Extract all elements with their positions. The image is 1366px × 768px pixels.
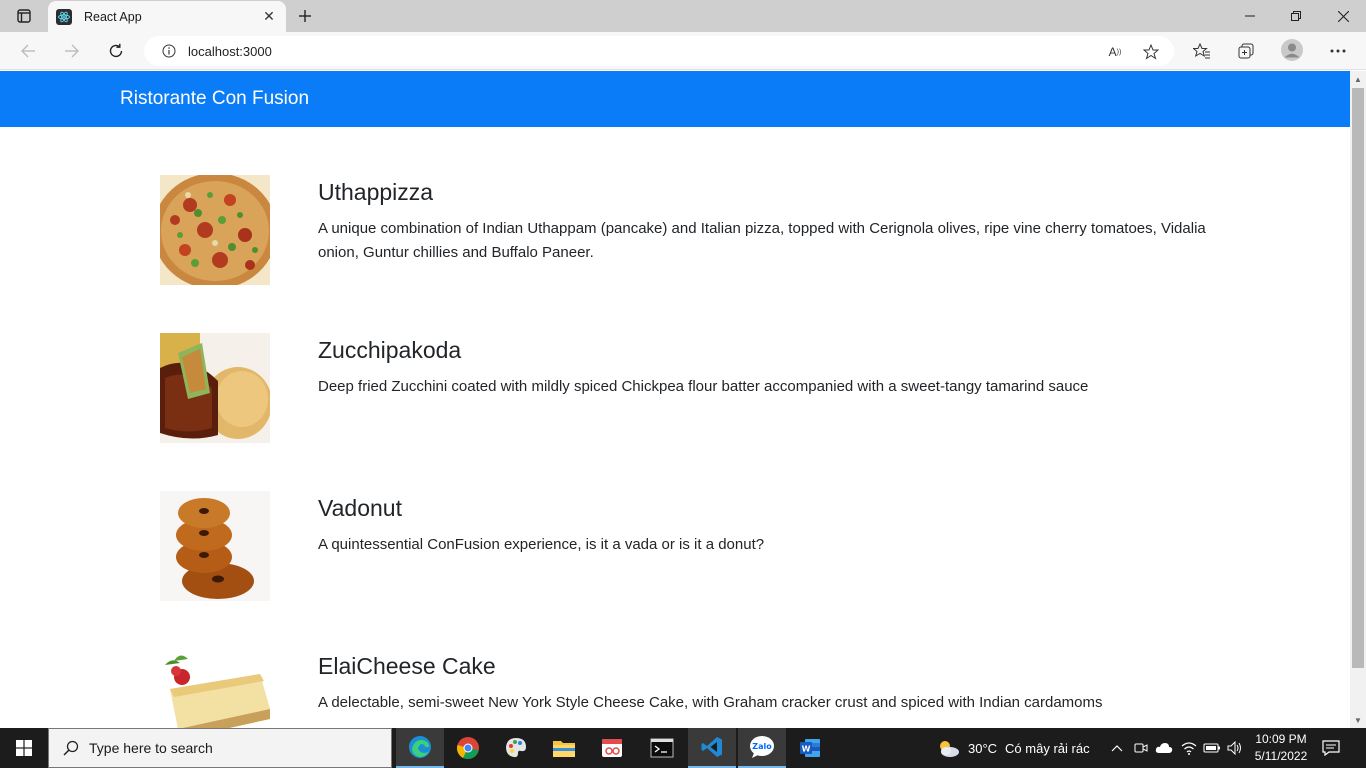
notification-center-button[interactable] xyxy=(1320,738,1342,758)
new-tab-button[interactable] xyxy=(292,4,318,28)
dish-description: Deep fried Zucchini coated with mildly s… xyxy=(318,378,1089,395)
zucchipakoda-image xyxy=(160,333,270,443)
info-icon xyxy=(162,44,176,58)
refresh-icon xyxy=(109,43,123,58)
tab-actions-button[interactable] xyxy=(8,4,40,28)
dish-name: ElaiCheese Cake xyxy=(318,653,496,679)
add-favorite-icon[interactable] xyxy=(1142,43,1160,61)
forward-button[interactable] xyxy=(58,37,86,65)
navbar-brand[interactable]: Ristorante Con Fusion xyxy=(120,88,309,110)
forward-arrow-icon xyxy=(65,44,79,58)
read-aloud-icon[interactable]: A)) xyxy=(1106,43,1124,61)
battery-icon[interactable] xyxy=(1203,739,1221,757)
dish-description: A unique combination of Indian Uthappam … xyxy=(318,220,1206,261)
taskbar-search-box[interactable]: Type here to search xyxy=(48,728,392,768)
react-icon xyxy=(56,8,72,25)
url-text: localhost:3000 xyxy=(188,43,272,59)
elaicheese-cake-image xyxy=(160,649,270,728)
browser-tab[interactable]: React App ✕ xyxy=(48,1,286,32)
weather-widget[interactable]: 30°C Có mây rải rác xyxy=(936,728,1090,768)
taskbar-vscode[interactable] xyxy=(688,728,736,768)
avatar-icon xyxy=(1281,39,1303,61)
plus-icon xyxy=(299,10,311,22)
folder-icon xyxy=(553,741,575,757)
restore-icon xyxy=(1291,11,1301,21)
weather-description: Có mây rải rác xyxy=(1005,740,1090,756)
tab-close-icon[interactable]: ✕ xyxy=(260,8,278,25)
volume-icon[interactable] xyxy=(1226,739,1244,757)
back-arrow-icon xyxy=(21,44,35,58)
word-icon: W xyxy=(800,739,820,757)
close-window-button[interactable] xyxy=(1320,0,1366,32)
taskbar-terminal[interactable] xyxy=(638,728,686,768)
start-button[interactable] xyxy=(0,728,48,768)
profile-avatar[interactable] xyxy=(1280,38,1304,62)
show-hidden-icons-chevron-up-icon[interactable] xyxy=(1108,739,1126,757)
taskbar-zalo[interactable]: Zalo xyxy=(738,728,786,768)
web-page: Ristorante Con Fusion Uthappizza A uniqu… xyxy=(0,71,1350,728)
clock-time: 10:09 PM xyxy=(1255,732,1307,746)
system-clock[interactable]: 10:09 PM 5/11/2022 xyxy=(1246,731,1316,765)
browser-toolbar: localhost:3000 A)) xyxy=(0,32,1366,70)
taskbar-word[interactable]: W xyxy=(786,728,834,768)
refresh-button[interactable] xyxy=(102,37,130,65)
windows-logo-icon xyxy=(16,740,32,756)
search-placeholder: Type here to search xyxy=(89,740,213,756)
dish-name: Vadonut xyxy=(318,495,402,521)
zalo-icon: Zalo xyxy=(750,736,774,758)
vscode-icon xyxy=(701,737,722,757)
taskbar-file-explorer[interactable] xyxy=(540,728,588,768)
favorites-icon[interactable] xyxy=(1192,41,1212,61)
more-icon xyxy=(1330,49,1346,53)
palette-icon xyxy=(506,738,526,758)
scissors-icon xyxy=(602,739,622,757)
chrome-icon xyxy=(457,737,479,760)
close-icon xyxy=(1337,10,1349,22)
tab-actions-icon xyxy=(17,9,31,23)
wifi-icon[interactable] xyxy=(1180,739,1198,757)
notification-icon xyxy=(1322,740,1340,756)
taskbar-edge[interactable] xyxy=(396,728,444,768)
partly-cloudy-icon xyxy=(940,741,959,757)
dish-description: A quintessential ConFusion experience, i… xyxy=(318,536,765,553)
restore-button[interactable] xyxy=(1273,0,1319,32)
page-scrollbar[interactable]: ▲ ▼ xyxy=(1350,71,1366,728)
meet-now-icon[interactable] xyxy=(1132,739,1150,757)
dish-description: A delectable, semi-sweet New York Style … xyxy=(318,694,1103,711)
settings-more-button[interactable] xyxy=(1328,41,1348,61)
tab-title: React App xyxy=(84,9,142,24)
dish-name: Uthappizza xyxy=(318,179,434,205)
scroll-up-icon[interactable]: ▲ xyxy=(1350,71,1366,87)
browser-tab-strip: React App ✕ xyxy=(0,0,1366,32)
collections-icon[interactable] xyxy=(1236,41,1256,61)
vadonut-image xyxy=(160,491,270,601)
minimize-icon xyxy=(1245,15,1255,17)
scroll-thumb[interactable] xyxy=(1352,88,1364,668)
back-button[interactable] xyxy=(14,37,42,65)
windows-taskbar: Type here to search Zalo W 30°C Có mây r… xyxy=(0,728,1366,768)
search-icon xyxy=(63,740,79,756)
clock-date: 5/11/2022 xyxy=(1254,749,1308,763)
svg-text:W: W xyxy=(802,745,811,754)
taskbar-paint[interactable] xyxy=(492,728,540,768)
taskbar-snipping-tool[interactable] xyxy=(588,728,636,768)
weather-temperature: 30°C xyxy=(968,740,998,756)
terminal-icon xyxy=(650,738,674,758)
onedrive-cloud-icon[interactable] xyxy=(1155,739,1173,757)
svg-text:Zalo: Zalo xyxy=(752,742,772,751)
site-navbar: Ristorante Con Fusion xyxy=(0,71,1350,127)
scroll-down-icon[interactable]: ▼ xyxy=(1350,712,1366,728)
minimize-button[interactable] xyxy=(1227,0,1273,32)
uthappizza-image xyxy=(160,175,270,285)
address-bar[interactable]: localhost:3000 A)) xyxy=(144,36,1174,66)
dish-name: Zucchipakoda xyxy=(318,337,462,363)
taskbar-chrome[interactable] xyxy=(444,728,492,768)
edge-icon xyxy=(409,736,431,758)
